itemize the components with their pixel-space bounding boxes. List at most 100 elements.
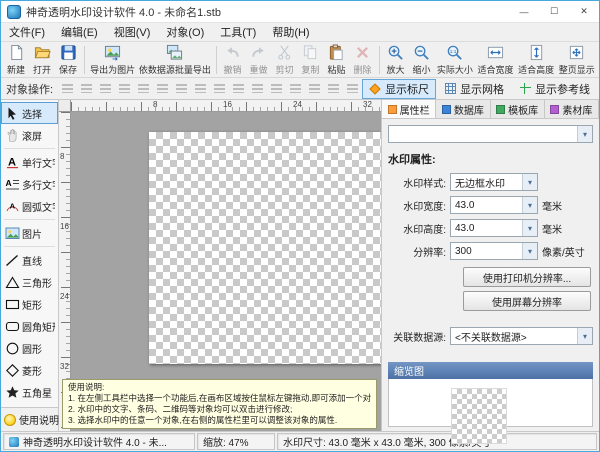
zoom-in-button[interactable]: 放大 [384,43,408,77]
ruler-row: 8 16 24 32 [59,100,381,112]
align-top-button[interactable] [115,80,133,98]
align-center-horizontal-button[interactable] [77,80,95,98]
tool-single-line-text[interactable]: A 单行文字 [1,151,58,173]
paste-button[interactable]: 粘贴 [325,43,349,77]
tool-pan[interactable]: 滚屏 [1,124,58,146]
show-guides-toggle[interactable]: 显示参考线 [513,79,597,99]
space-evenly-vertical-button[interactable] [248,80,266,98]
menu-object[interactable]: 对象(O) [158,23,212,41]
align-bottom-button[interactable] [153,80,171,98]
rotate-left-button[interactable] [305,80,323,98]
help-button-label: 使用说明 [19,412,59,427]
redo-button[interactable]: 重做 [247,43,271,77]
tab-database[interactable]: 数据库 [436,100,490,118]
help-line: 1. 在左侧工具栏中选择一个功能后,在画布区域按住鼠标左键拖动,即可添加一个对象… [68,393,371,404]
pan-hand-icon [4,128,20,143]
send-to-back-button[interactable] [286,80,304,98]
open-button[interactable]: 打开 [30,43,54,77]
combobox-value: 300 [451,246,522,257]
align-right-button[interactable] [96,80,114,98]
view-toggles: 显示标尺 显示网格 显示参考线 [362,79,597,99]
delete-button[interactable]: 删除 [351,43,375,77]
tool-arc-text[interactable]: A 圆弧文字 [1,195,58,217]
watermark-height-combobox[interactable]: 43.0 ▾ [450,219,538,237]
chevron-down-icon[interactable]: ▾ [522,220,537,236]
make-same-width-button[interactable] [172,80,190,98]
undo-button[interactable]: 撤销 [221,43,245,77]
maximize-button[interactable]: ☐ [539,1,569,22]
menu-edit[interactable]: 编辑(E) [53,23,106,41]
datasource-combobox[interactable]: <不关联数据源> ▾ [450,327,593,345]
button-label: 放大 [387,63,405,76]
menu-view[interactable]: 视图(V) [106,23,159,41]
zoom-out-button[interactable]: 缩小 [410,43,434,77]
width-label: 水印宽度: [388,198,446,213]
tab-properties[interactable]: 属性栏 [382,100,436,118]
menu-tools[interactable]: 工具(T) [212,23,264,41]
usage-help-button[interactable]: 使用说明 [1,407,58,431]
align-middle-button[interactable] [134,80,152,98]
ruler-number: 16 [223,100,232,109]
height-label: 水印高度: [388,221,446,236]
image-icon [4,226,20,241]
chevron-down-icon[interactable]: ▾ [577,126,592,142]
chevron-down-icon[interactable]: ▾ [522,197,537,213]
chevron-down-icon[interactable]: ▾ [522,243,537,259]
fit-width-button[interactable]: 适合宽度 [476,43,515,77]
save-button[interactable]: 保存 [56,43,80,77]
show-grid-toggle[interactable]: 显示网格 [438,79,511,99]
watermark-style-combobox[interactable]: 无边框水印 ▾ [450,173,538,191]
align-left-button[interactable] [58,80,76,98]
tool-label: 多行文字 [22,177,55,192]
rotate-right-button[interactable] [324,80,342,98]
fit-height-button[interactable]: 适合高度 [517,43,556,77]
button-label: 整页显示 [559,63,595,76]
tool-rectangle[interactable]: 矩形 [1,293,58,315]
tab-templates[interactable]: 模板库 [491,100,545,118]
use-screen-resolution-button[interactable]: 使用屏幕分辨率 [463,291,591,311]
space-evenly-horizontal-button[interactable] [229,80,247,98]
tool-star[interactable]: 五角星 [1,381,58,403]
chevron-down-icon[interactable]: ▾ [522,174,537,190]
make-same-height-button[interactable] [191,80,209,98]
cut-button[interactable]: 剪切 [273,43,297,77]
watermark-artboard-transparent[interactable] [149,132,381,364]
make-same-size-button[interactable] [210,80,228,98]
svg-text:A: A [5,178,11,188]
close-button[interactable]: ✕ [569,1,599,22]
canvas-area: 8 16 24 32 8 16 24 32 使用说明: 1. [59,100,381,431]
watermark-width-combobox[interactable]: 43.0 ▾ [450,196,538,214]
open-folder-icon [34,44,51,62]
minimize-button[interactable]: — [509,1,539,22]
menu-help[interactable]: 帮助(H) [264,23,317,41]
tool-select[interactable]: 选择 [1,102,58,124]
flip-horizontal-button[interactable] [343,80,361,98]
new-button[interactable]: 新建 [4,43,28,77]
window-title: 神奇透明水印设计软件 4.0 - 未命名1.stb [26,4,221,20]
combobox-value: 无边框水印 [451,175,522,190]
tool-rounded-rectangle[interactable]: 圆角矩形 [1,315,58,337]
use-printer-resolution-button[interactable]: 使用打印机分辨率... [463,267,591,287]
toggle-label: 显示参考线 [535,81,590,97]
usage-instructions-box: 使用说明: 1. 在左侧工具栏中选择一个功能后,在画布区域按住鼠标左键拖动,即可… [62,379,377,429]
tool-triangle[interactable]: 三角形 [1,271,58,293]
tool-image[interactable]: 图片 [1,222,58,244]
tool-multi-line-text[interactable]: A 多行文字 [1,173,58,195]
export-image-button[interactable]: 导出为图片 [89,43,136,77]
fit-page-button[interactable]: 整页显示 [557,43,596,77]
object-selector-combobox[interactable]: ▾ [388,125,593,143]
thumbnail-preview-area [388,379,593,427]
batch-export-button[interactable]: 依数据源批量导出 [138,43,211,77]
tool-circle[interactable]: 圆形 [1,337,58,359]
menu-file[interactable]: 文件(F) [1,23,53,41]
resolution-combobox[interactable]: 300 ▾ [450,242,538,260]
bring-to-front-button[interactable] [267,80,285,98]
copy-button[interactable]: 复制 [299,43,323,77]
tab-materials[interactable]: 素材库 [545,100,599,118]
tool-line[interactable]: 直线 [1,249,58,271]
star-icon [4,385,20,400]
show-ruler-toggle[interactable]: 显示标尺 [362,79,436,99]
actual-size-button[interactable]: 1:1 实际大小 [436,43,475,77]
tool-diamond[interactable]: 菱形 [1,359,58,381]
chevron-down-icon[interactable]: ▾ [577,328,592,344]
